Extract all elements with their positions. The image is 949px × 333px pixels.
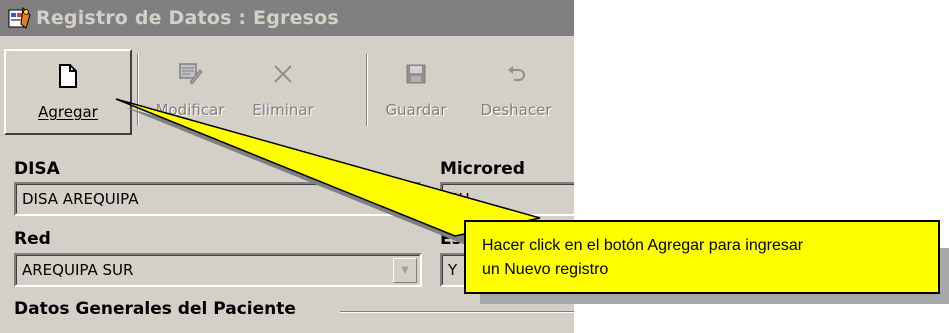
callout-text-line1: Hacer click en el botón Agregar para ing…: [482, 237, 804, 254]
callout-note: Hacer click en el botón Agregar para ing…: [464, 220, 940, 294]
callout-pointer-shape: [115, 98, 541, 237]
callout-text-line2: un Nuevo registro: [482, 261, 609, 278]
